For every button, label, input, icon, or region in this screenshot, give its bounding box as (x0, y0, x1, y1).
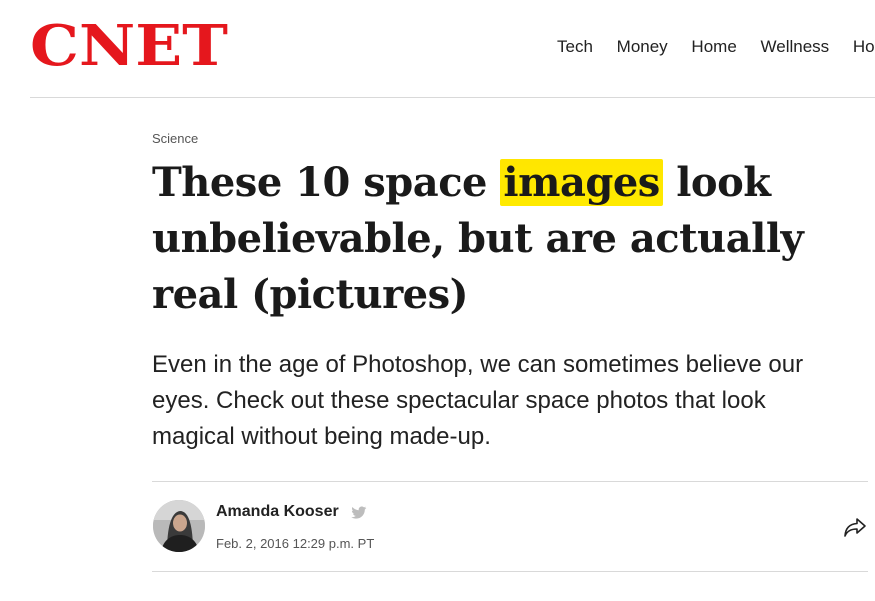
article-dek: Even in the age of Photoshop, we can som… (152, 351, 804, 450)
author-avatar[interactable] (153, 500, 205, 552)
twitter-icon[interactable] (351, 506, 367, 520)
main-nav: Tech Money Home Wellness Home Tips (557, 37, 875, 57)
share-icon[interactable] (843, 516, 867, 538)
byline-bottom-divider (152, 571, 868, 572)
nav-item-tech[interactable]: Tech (557, 37, 593, 57)
cnet-logo[interactable]: CNET (30, 19, 230, 69)
section-link[interactable]: Science (152, 131, 198, 146)
publish-timestamp: Feb. 2, 2016 12:29 p.m. PT (216, 536, 375, 551)
nav-item-home-tips[interactable]: Home Tips (853, 37, 875, 57)
headline-highlighted-word: images (500, 159, 663, 206)
avatar-photo (153, 500, 205, 552)
headline-text-before: These 10 space (152, 159, 501, 206)
logo-text: CNET (30, 19, 228, 69)
nav-item-money[interactable]: Money (617, 37, 668, 57)
article-headline: These 10 space images look unbelievable,… (152, 155, 872, 323)
author-name[interactable]: Amanda Kooser (216, 503, 339, 521)
byline-top-divider (152, 481, 868, 482)
header-divider (30, 97, 875, 98)
nav-item-home[interactable]: Home (691, 37, 736, 57)
nav-item-wellness[interactable]: Wellness (761, 37, 830, 57)
